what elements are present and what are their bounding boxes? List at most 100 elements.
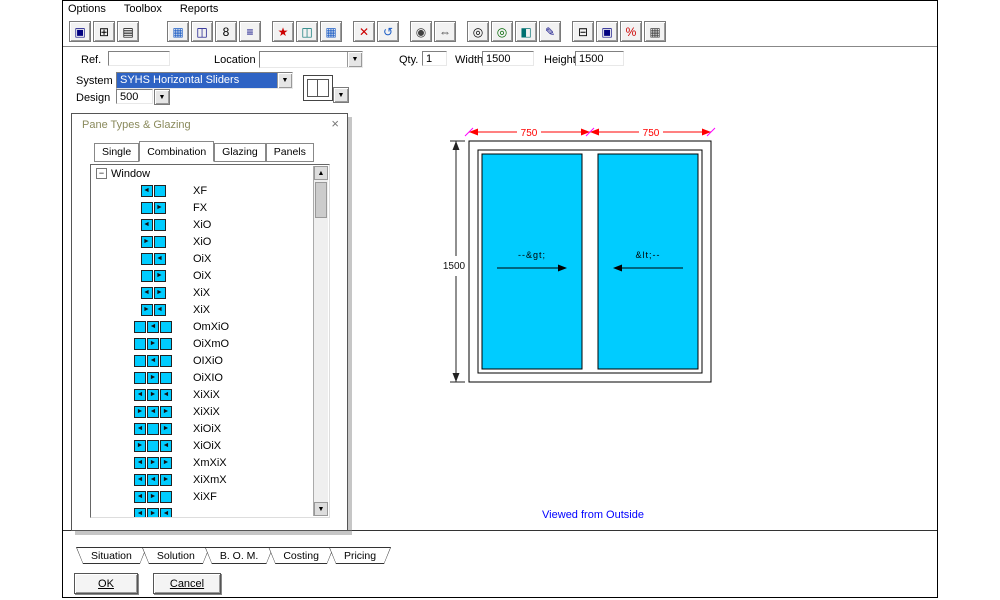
design-preview-dropdown-button[interactable]: ▼ [333,87,349,103]
preview-icon: ◉ [416,26,426,38]
glazing-bars-icon: ▦ [325,26,336,38]
scrollbar-thumb[interactable] [315,182,327,218]
dialog-tabs: SingleCombinationGlazingPanels [94,143,314,162]
frame-number-button[interactable]: 8 [215,21,237,42]
ok-button[interactable]: OK [74,573,138,594]
undo-icon: ↺ [383,26,393,38]
design-input[interactable] [116,89,153,104]
list-item-label: XF [193,185,207,197]
design-dropdown-button[interactable]: ▼ [154,89,170,105]
window-button[interactable]: ▣ [596,21,618,42]
location-combobox[interactable]: ▼ [259,51,363,68]
system-dropdown-button[interactable]: ▼ [277,73,292,88]
collapse-icon[interactable]: − [96,168,107,179]
pane-slider-icon: ◄ [134,474,146,486]
wizard-icon: ★ [278,26,289,38]
list-item[interactable]: ►FX [91,199,313,216]
list-scrollbar[interactable]: ▲ ▼ [313,166,328,516]
pane-fixed-icon [160,321,172,333]
tab-solution[interactable]: Solution [142,547,210,564]
list-item[interactable]: ►◄►XiXiX [91,403,313,420]
menu-options[interactable]: Options [65,3,109,17]
dimension-icon: ⇔ [439,26,451,38]
location-dropdown-button[interactable]: ▼ [347,52,362,67]
list-item[interactable]: ◄OiX [91,250,313,267]
tab-panels[interactable]: Panels [266,143,314,162]
list-item-label: XiOiX [193,440,221,452]
tab-combination[interactable]: Combination [139,141,214,162]
list-item[interactable]: ►OiX [91,267,313,284]
list-item[interactable]: ►OiXmO [91,335,313,352]
zoom-area-button[interactable]: ◎ [491,21,513,42]
structure-button[interactable]: ⊟ [572,21,594,42]
ref-input[interactable] [108,51,170,66]
tab-costing[interactable]: Costing [268,547,334,564]
left-dimension: 1500 [443,141,466,382]
undo-button[interactable]: ↺ [377,21,399,42]
scroll-down-icon[interactable]: ▼ [314,502,328,516]
qty-input[interactable] [422,51,447,66]
tab-situation[interactable]: Situation [76,547,147,564]
system-combobox[interactable]: SYHS Horizontal Sliders ▼ [116,72,293,89]
height-input[interactable] [575,51,624,66]
new-design-button[interactable]: ▣ [69,21,91,42]
pane-slider-icon: ◄ [160,389,172,401]
list-item[interactable]: ◄►◄XiXiX [91,386,313,403]
list-item[interactable]: ►◄XiX [91,301,313,318]
pane-icon-cluster: ◄► [121,287,185,299]
tab-b-o-m[interactable]: B. O. M. [205,547,274,564]
zoom-button[interactable]: ◎ [467,21,489,42]
height-label: Height [544,54,576,66]
list-item[interactable]: ◄OmXiO [91,318,313,335]
print-button[interactable]: ▤ [117,21,139,42]
list-item[interactable]: ◄►XiXF [91,488,313,505]
dimension-button[interactable]: ⇔ [434,21,456,42]
list-item[interactable]: ◄►XiX [91,284,313,301]
menu-toolbox[interactable]: Toolbox [121,3,165,17]
list-item[interactable]: ◄►◄ [91,505,313,517]
grid-button[interactable]: ⊞ [93,21,115,42]
structure-icon: ⊟ [578,26,588,38]
pane-icon-cluster: ◄◄► [121,474,185,486]
list-item[interactable]: ►XiO [91,233,313,250]
cancel-button[interactable]: Cancel [153,573,221,594]
list-item[interactable]: ◄◄►XiXmX [91,471,313,488]
width-input[interactable] [482,51,534,66]
table-button[interactable]: ▦ [644,21,666,42]
tab-pricing[interactable]: Pricing [329,547,391,564]
tab-single[interactable]: Single [94,143,139,162]
zoom-icon: ◎ [473,26,483,38]
list-item[interactable]: ◄►►XmXiX [91,454,313,471]
percent-button[interactable]: % [620,21,642,42]
list-item[interactable]: ◄OIXiO [91,352,313,369]
wizard-button[interactable]: ★ [272,21,294,42]
tab-glazing[interactable]: Glazing [214,143,266,162]
colors-button[interactable]: ◧ [515,21,537,42]
list-item[interactable]: ◄XF [91,182,313,199]
list-item[interactable]: ◄►XiOiX [91,420,313,437]
draw-button[interactable]: ✎ [539,21,561,42]
pane-fixed-icon [147,423,159,435]
glazing-bars-button[interactable]: ▦ [320,21,342,42]
right-pane[interactable] [598,154,698,369]
pane-slider-icon: ► [141,304,153,316]
delete-button[interactable]: ✕ [353,21,375,42]
scroll-up-icon[interactable]: ▲ [314,166,328,180]
frame-pair-button[interactable]: ◫ [191,21,213,42]
pane-layout-button[interactable]: ▦ [167,21,189,42]
list-item[interactable]: ►◄XiOiX [91,437,313,454]
preview-button[interactable]: ◉ [410,21,432,42]
coupled-frames-button[interactable]: ◫ [296,21,318,42]
list-item[interactable]: ►OiXIO [91,369,313,386]
menu-reports[interactable]: Reports [177,3,222,17]
qty-label: Qty. [399,54,418,66]
window-drawing: 750 750 1500 --&gt; &lt;-- [431,116,741,401]
tab-label: Situation [77,548,146,563]
pane-slider-icon: ► [147,491,159,503]
tree-root-row[interactable]: − Window [91,165,313,182]
pane-fixed-icon [154,185,166,197]
notes-button[interactable]: ≡ [239,21,261,42]
left-pane[interactable] [482,154,582,369]
close-icon[interactable]: × [331,117,339,130]
list-item[interactable]: ◄XiO [91,216,313,233]
